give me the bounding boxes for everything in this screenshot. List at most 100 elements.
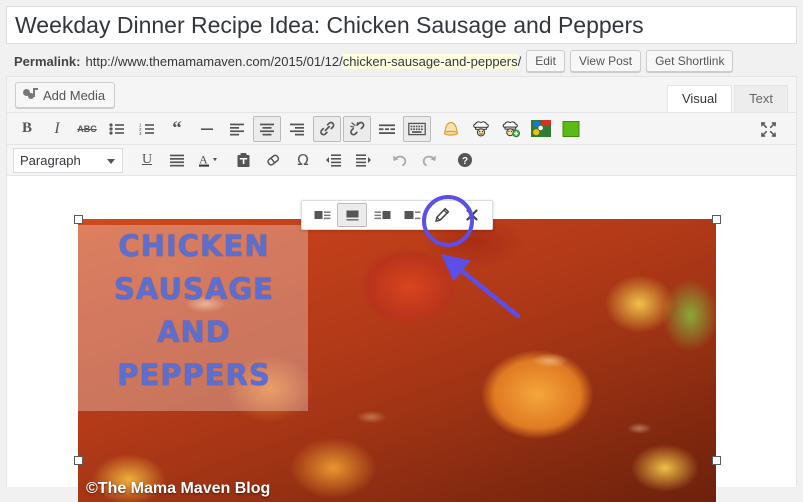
blockquote-button[interactable]: “ [163, 116, 191, 142]
align-center-icon [260, 123, 274, 135]
svg-text:3: 3 [139, 131, 142, 136]
strikethrough-button[interactable]: ABC [73, 116, 101, 142]
insert-link-button[interactable] [313, 115, 341, 142]
special-character-button[interactable]: Ω [289, 147, 317, 173]
green-square-icon [562, 120, 580, 137]
help-icon: ? [458, 153, 472, 167]
unlink-icon [349, 121, 364, 136]
chef-hat-icon [473, 120, 489, 136]
undo-icon [392, 155, 406, 166]
bold-button[interactable]: B [13, 116, 41, 142]
permalink-slug[interactable]: chicken-sausage-and-peppers [342, 53, 518, 69]
paste-as-text-button[interactable] [229, 147, 257, 173]
annotation-arrow [441, 254, 521, 319]
indent-icon [355, 154, 371, 167]
permalink-label: Permalink: [14, 53, 81, 69]
strikethrough-icon: ABC [77, 123, 97, 134]
image-align-right-button[interactable] [367, 203, 397, 227]
read-more-icon [379, 123, 395, 134]
bulleted-list-button[interactable] [103, 116, 131, 142]
paragraph-format-value: Paragraph [20, 152, 81, 168]
permalink-base: http://www.themamamaven.com/2015/01/12/ [85, 53, 343, 69]
pudding-plugin-icon [443, 121, 459, 136]
editor-toolbar-row-2: Paragraph U A Ω ? [7, 145, 796, 176]
inserted-image[interactable]: CHICKEN SAUSAGE AND PEPPERS ©The Mama Ma… [78, 219, 716, 502]
italic-button[interactable]: I [43, 116, 71, 142]
svg-text:?: ? [462, 156, 468, 167]
align-left-icon [230, 123, 244, 135]
image-align-left-button[interactable] [307, 203, 337, 227]
chevron-down-icon [107, 158, 115, 164]
add-media-button[interactable]: Add Media [15, 82, 116, 108]
chef-hat-add-icon [502, 120, 520, 137]
read-more-button[interactable] [373, 116, 401, 142]
image-watermark: ©The Mama Maven Blog [86, 480, 271, 497]
align-left-button[interactable] [223, 116, 251, 142]
special-character-icon: Ω [297, 151, 309, 169]
permalink-url: http://www.themamamaven.com/2015/01/12/c… [85, 53, 522, 69]
image-overlay-text: CHICKEN SAUSAGE AND PEPPERS [78, 225, 310, 397]
clear-formatting-button[interactable] [259, 147, 287, 173]
resize-handle-bottom-right[interactable] [712, 456, 721, 465]
no-align-image-icon [404, 210, 420, 219]
chef-hat-button[interactable] [467, 116, 495, 142]
bulleted-list-icon [109, 122, 124, 135]
help-button[interactable]: ? [451, 147, 479, 173]
resize-handle-top-left[interactable] [74, 215, 83, 224]
remove-link-button[interactable] [343, 115, 371, 142]
numbered-list-button[interactable]: 1 2 3 [133, 116, 161, 142]
resize-handle-top-right[interactable] [712, 215, 721, 224]
green-square-button[interactable] [557, 116, 585, 142]
align-right-image-icon [374, 210, 390, 219]
redo-button[interactable] [415, 147, 443, 173]
undo-button[interactable] [385, 147, 413, 173]
annotation-highlight-circle [422, 195, 474, 247]
align-center-button[interactable] [253, 115, 281, 142]
edit-permalink-button[interactable]: Edit [526, 50, 565, 72]
add-media-icon [23, 88, 38, 102]
title-section: Weekday Dinner Recipe Idea: Chicken Saus… [0, 0, 803, 44]
align-left-image-icon [314, 210, 330, 219]
paragraph-format-select[interactable]: Paragraph [13, 147, 123, 173]
toolbar-toggle-button[interactable] [403, 115, 431, 142]
distraction-free-writing-icon [760, 121, 776, 137]
outdent-button[interactable] [319, 147, 347, 173]
outdent-icon [325, 154, 341, 167]
link-icon [319, 121, 334, 136]
italic-icon: I [54, 119, 60, 137]
pudding-plugin-button[interactable] [437, 116, 465, 142]
underline-button[interactable]: U [133, 147, 161, 173]
text-color-icon: A [199, 153, 217, 167]
tab-visual[interactable]: Visual [666, 85, 733, 112]
text-color-button[interactable]: A [193, 147, 227, 173]
paste-as-text-icon [237, 153, 249, 167]
distraction-free-writing-button[interactable] [754, 116, 782, 142]
view-post-button[interactable]: View Post [569, 50, 642, 72]
permalink-row: Permalink: http://www.themamamaven.com/2… [0, 44, 803, 76]
chef-hat-add-button[interactable] [497, 116, 525, 142]
image-align-center-button[interactable] [337, 203, 367, 227]
overlay-line-3: AND [157, 315, 231, 349]
overlay-line-4: PEPPERS [117, 358, 271, 392]
numbered-list-icon: 1 2 3 [139, 122, 154, 136]
overlay-line-1: CHICKEN [118, 229, 270, 263]
clear-formatting-icon [266, 154, 279, 166]
blockquote-icon: “ [172, 117, 182, 139]
google-button[interactable] [527, 116, 555, 142]
overlay-line-2: SAUSAGE [114, 272, 274, 306]
indent-button[interactable] [349, 147, 377, 173]
align-right-button[interactable] [283, 116, 311, 142]
get-shortlink-button[interactable]: Get Shortlink [646, 50, 734, 72]
align-right-icon [290, 123, 304, 135]
horizontal-rule-icon [201, 127, 213, 130]
post-title-input[interactable]: Weekday Dinner Recipe Idea: Chicken Saus… [6, 6, 797, 44]
tab-text[interactable]: Text [734, 85, 788, 112]
horizontal-rule-button[interactable] [193, 116, 221, 142]
bold-icon: B [21, 120, 32, 136]
editor-media-bar: Add Media Visual Text [7, 77, 796, 113]
permalink-trailing-slash: / [517, 53, 522, 69]
justify-button[interactable] [163, 147, 191, 173]
underline-icon: U [141, 152, 153, 167]
redo-icon [422, 155, 436, 166]
resize-handle-bottom-left[interactable] [74, 456, 83, 465]
